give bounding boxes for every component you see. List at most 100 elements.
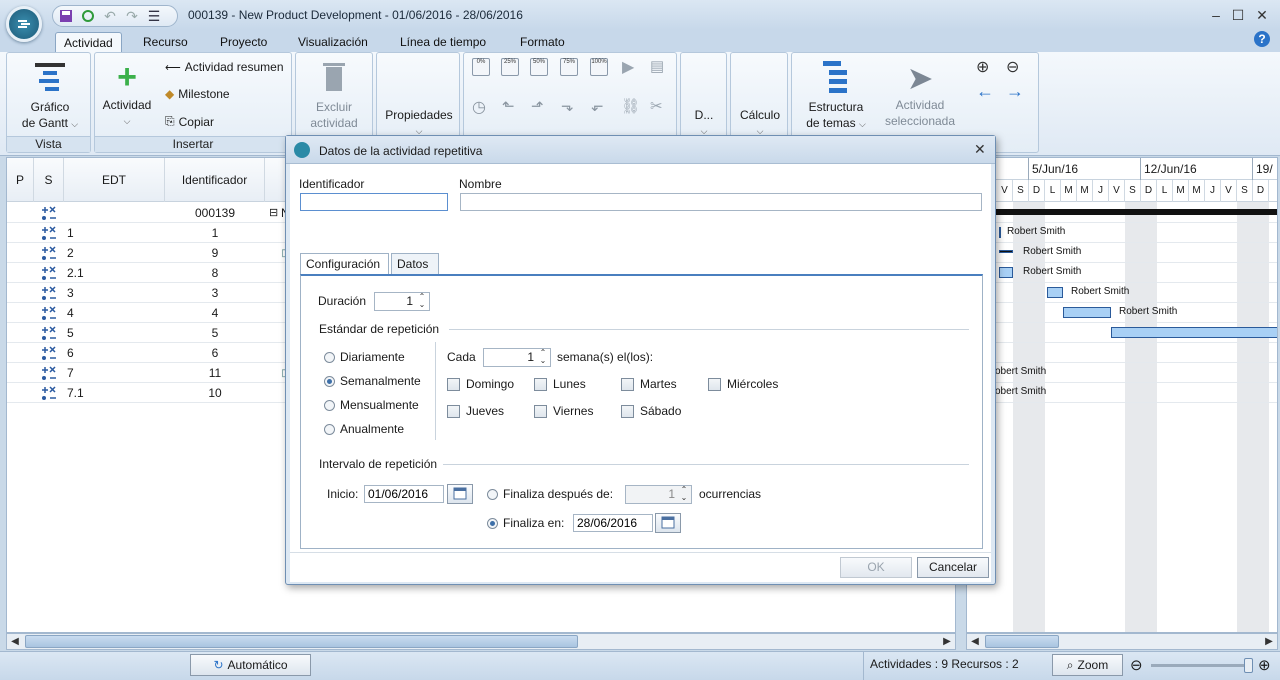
checkbox-lunes[interactable]: Lunes — [534, 377, 586, 391]
zoom-in-icon[interactable]: ⊕ — [976, 57, 989, 77]
gantt-bar[interactable] — [1111, 327, 1277, 338]
magnifier-icon: ⌕ — [1066, 657, 1074, 672]
close-window-icon[interactable]: ✕ — [1252, 5, 1272, 25]
radio-finaliza-en[interactable]: Finaliza en: — [487, 516, 564, 530]
copy-button[interactable]: ⎘ Copiar — [165, 114, 214, 129]
radio-finaliza-despues[interactable]: Finaliza después de: — [487, 487, 613, 501]
progress-25-icon[interactable]: 25% — [501, 58, 519, 76]
gantt-scroll-left-icon[interactable]: ◀ — [967, 634, 983, 649]
stepper-arrows-icon[interactable]: ⌃ ⌄ — [678, 486, 690, 503]
gantt-bar[interactable] — [999, 250, 1013, 253]
radio-mensualmente[interactable]: Mensualmente — [324, 398, 419, 412]
grid-scroll-thumb[interactable] — [25, 635, 578, 648]
identificador-input[interactable] — [300, 193, 448, 211]
checkbox-viernes[interactable]: Viernes — [534, 404, 593, 418]
unlink-icon[interactable]: ✂ — [650, 97, 663, 115]
col-header-edt[interactable]: EDT — [64, 158, 165, 202]
tab-actividad[interactable]: Actividad — [55, 32, 122, 52]
exclude-activity-button[interactable]: Excluir actividad — [302, 59, 366, 131]
move-down-icon[interactable]: ⬎ — [561, 97, 574, 115]
selected-activity-button[interactable]: ➤ Actividad seleccionada — [880, 59, 960, 129]
scroll-right-icon[interactable]: → — [1006, 81, 1024, 102]
duracion-stepper[interactable]: 1 ⌃ ⌄ — [374, 292, 430, 311]
finaliza-en-date-input[interactable] — [573, 514, 653, 532]
checkbox-miercoles[interactable]: Miércoles — [708, 377, 778, 391]
zoom-plus-icon[interactable]: ⊕ — [1258, 656, 1271, 674]
col-header-identificador[interactable]: Identificador — [165, 158, 265, 202]
zoom-minus-icon[interactable]: ⊖ — [1130, 656, 1143, 674]
gantt-bar[interactable] — [999, 267, 1013, 278]
gantt-scroll-thumb[interactable] — [985, 635, 1059, 648]
checkbox-sabado[interactable]: Sábado — [621, 404, 681, 418]
undo-icon[interactable]: ↶ — [101, 7, 119, 25]
milestone-button[interactable]: ◆ Milestone — [165, 87, 230, 101]
list-icon[interactable]: ☰ — [145, 7, 163, 25]
help-icon[interactable]: ? — [1254, 31, 1270, 47]
col-header-s[interactable]: S — [34, 158, 64, 202]
tab-formato[interactable]: Formato — [512, 32, 573, 52]
automatic-button[interactable]: ↻ Automático — [190, 654, 311, 676]
cancel-button[interactable]: Cancelar — [917, 557, 989, 578]
calendar-icon[interactable] — [655, 513, 681, 533]
checkbox-domingo[interactable]: Domingo — [447, 377, 514, 391]
gantt-chart-button[interactable]: Gráfico de Gantt ⌵ — [15, 59, 85, 132]
progress-100-icon[interactable]: 100% — [590, 58, 608, 76]
inicio-date-input[interactable] — [364, 485, 444, 503]
save-icon[interactable] — [57, 7, 75, 25]
gantt-resource-label: Robert Smith — [1071, 286, 1130, 297]
tab-proyecto[interactable]: Proyecto — [212, 32, 275, 52]
move-up-icon[interactable]: ⬐ — [591, 97, 604, 115]
tab-linea-de-tiempo[interactable]: Línea de tiempo — [392, 32, 494, 52]
tab-visualizacion[interactable]: Visualización — [290, 32, 376, 52]
checkbox-martes[interactable]: Martes — [621, 377, 677, 391]
summary-activity-button[interactable]: ⟵ Actividad resumen — [165, 60, 284, 74]
gantt-bar[interactable] — [999, 227, 1001, 238]
cada-stepper[interactable]: 1 ⌃ ⌄ — [483, 348, 551, 367]
radio-anualmente[interactable]: Anualmente — [324, 422, 404, 436]
clipboard-icon[interactable]: ▤ — [650, 57, 664, 75]
checkbox-jueves[interactable]: Jueves — [447, 404, 504, 418]
gantt-bar[interactable] — [1063, 307, 1111, 318]
ok-button[interactable]: OK — [840, 557, 912, 578]
zoom-button[interactable]: ⌕ Zoom — [1052, 654, 1123, 676]
move-right-icon[interactable]: ⬏ — [531, 97, 544, 115]
stepper-arrows-icon[interactable]: ⌃ ⌄ — [537, 349, 549, 366]
col-header-p[interactable]: P — [7, 158, 34, 202]
add-activity-button[interactable]: + Actividad ⌵ — [99, 59, 155, 129]
play-icon[interactable]: ▶ — [622, 57, 634, 77]
minimize-icon[interactable]: – — [1206, 5, 1226, 25]
tab-datos[interactable]: Datos — [391, 253, 439, 274]
tab-recurso[interactable]: Recurso — [135, 32, 196, 52]
refresh-icon[interactable] — [79, 7, 97, 25]
redo-icon[interactable]: ↷ — [123, 7, 141, 25]
progress-0-icon[interactable]: 0% — [472, 58, 490, 76]
ocurrencias-stepper[interactable]: 1 ⌃ ⌄ — [625, 485, 692, 504]
tab-configuracion[interactable]: Configuración — [300, 253, 389, 275]
progress-75-icon[interactable]: 75% — [560, 58, 578, 76]
radio-diariamente[interactable]: Diariamente — [324, 350, 405, 364]
scroll-left-arrow-icon[interactable]: ◀ — [7, 634, 23, 649]
gantt-summary-bar[interactable] — [967, 209, 1277, 215]
scroll-left-icon[interactable]: ← — [976, 81, 994, 102]
clock-icon[interactable]: ◷ — [472, 97, 486, 117]
zoom-slider-track[interactable] — [1151, 664, 1251, 667]
topic-structure-button[interactable]: Estructura de temas ⌵ — [798, 59, 874, 132]
zoom-slider-handle[interactable] — [1244, 658, 1253, 673]
move-left-icon[interactable]: ⬑ — [502, 97, 515, 115]
link-icon[interactable]: ⛓ — [621, 97, 640, 115]
zoom-out-icon[interactable]: ⊖ — [1006, 57, 1019, 77]
checkbox-icon — [621, 377, 634, 391]
maximize-icon[interactable]: ☐ — [1228, 5, 1248, 25]
calendar-icon[interactable] — [447, 484, 473, 504]
grid-horizontal-scrollbar[interactable]: ◀ ▶ — [6, 633, 956, 650]
gantt-scroll-right-icon[interactable]: ▶ — [1261, 634, 1277, 649]
nombre-input[interactable] — [460, 193, 982, 211]
gantt-bar[interactable] — [1047, 287, 1063, 298]
stepper-arrows-icon[interactable]: ⌃ ⌄ — [416, 293, 428, 310]
gantt-horizontal-scrollbar[interactable]: ◀ ▶ — [966, 633, 1278, 650]
scroll-right-arrow-icon[interactable]: ▶ — [939, 634, 955, 649]
radio-semanalmente[interactable]: Semanalmente — [324, 374, 421, 388]
dialog-close-icon[interactable]: ✕ — [974, 141, 986, 158]
app-logo-icon[interactable] — [6, 6, 42, 42]
progress-50-icon[interactable]: 50% — [530, 58, 548, 76]
